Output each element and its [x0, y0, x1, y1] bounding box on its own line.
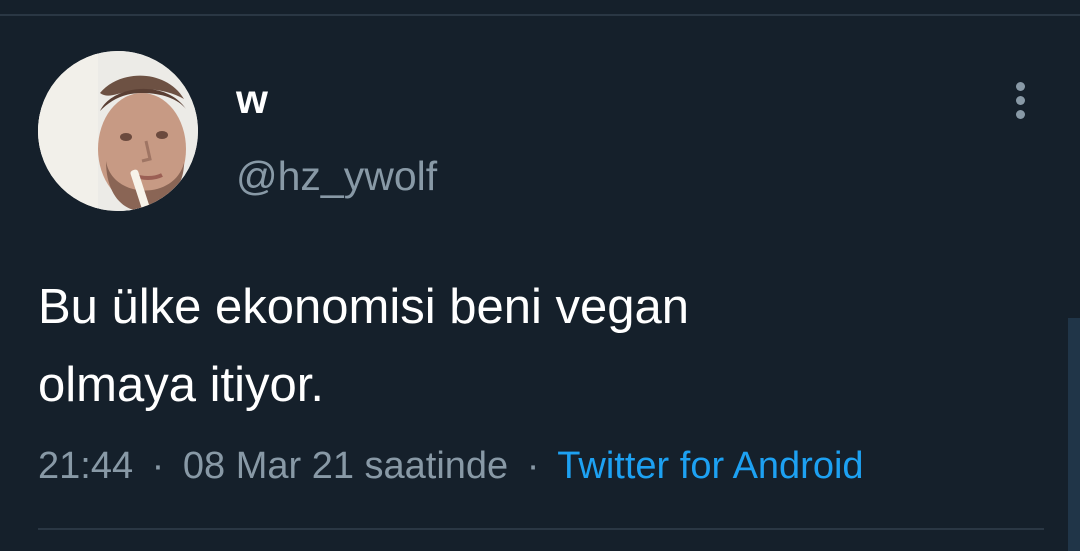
bottom-divider	[38, 528, 1044, 530]
scroll-indicator[interactable]	[1068, 318, 1080, 551]
tweet-time[interactable]: 21:44	[38, 445, 133, 487]
more-options-button[interactable]	[1000, 75, 1044, 125]
avatar[interactable]	[38, 51, 198, 211]
user-handle[interactable]: @hz_ywolf	[236, 154, 437, 198]
tweet-meta: 21:44 · 08 Mar 21 saatinde · Twitter for…	[38, 444, 864, 488]
top-divider	[0, 14, 1080, 16]
tweet-text: Bu ülke ekonomisi beni vegan olmaya itiy…	[38, 268, 1018, 424]
separator-dot: ·	[151, 445, 165, 487]
tweet-detail-screen: w @hz_ywolf Bu ülke ekonomisi beni vegan…	[0, 0, 1080, 551]
profile-photo	[38, 51, 198, 211]
tweet-text-line-1: Bu ülke ekonomisi beni vegan	[38, 280, 690, 334]
tweet-text-line-2: olmaya itiyor.	[38, 358, 324, 412]
tweet-source-link[interactable]: Twitter for Android	[557, 445, 863, 487]
more-vertical-icon-dot-3	[1016, 110, 1025, 119]
display-name[interactable]: w	[236, 77, 268, 121]
more-vertical-icon	[1016, 82, 1025, 91]
more-vertical-icon-dot-2	[1016, 96, 1025, 105]
tweet-date[interactable]: 08 Mar 21 saatinde	[183, 445, 508, 487]
separator-dot-2: ·	[526, 445, 540, 487]
